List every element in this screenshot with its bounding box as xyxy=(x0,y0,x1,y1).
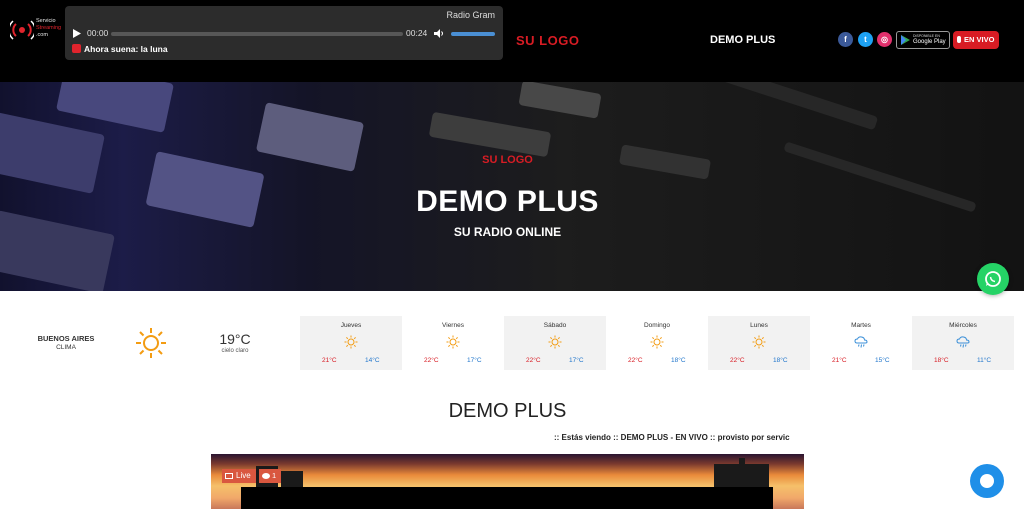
live-button[interactable]: EN VIVO xyxy=(953,31,999,49)
hero-banner: SU LOGO DEMO PLUS SU RADIO ONLINE xyxy=(0,82,1024,291)
broadcast-icon xyxy=(10,20,34,40)
rain-cloud-icon xyxy=(854,336,868,348)
forecast-low: 11°C xyxy=(977,357,992,364)
player-station-name: Radio Gram xyxy=(446,10,495,20)
forecast-high: 22°C xyxy=(526,357,541,364)
eye-icon xyxy=(262,473,270,479)
forecast-day: Martes 21°C 15°C xyxy=(810,316,912,370)
forecast-day: Domingo 22°C 18°C xyxy=(606,316,708,370)
forecast-day: Jueves 21°C 14°C xyxy=(300,316,402,370)
site-header: Servicio Streaming .com Radio Gram 00:00… xyxy=(0,0,1024,82)
sun-icon xyxy=(548,335,562,349)
chat-bubble-icon xyxy=(980,474,994,488)
sun-icon xyxy=(446,335,460,349)
forecast-day-name: Sábado xyxy=(543,322,567,329)
whatsapp-button[interactable] xyxy=(977,263,1009,295)
marquee-text: :: Estás viendo :: DEMO PLUS - EN VIVO :… xyxy=(554,433,790,442)
viewer-badge: 1 xyxy=(259,469,281,483)
forecast-high: 22°C xyxy=(628,357,643,364)
forecast-low: 17°C xyxy=(467,357,482,364)
google-play-button[interactable]: DISPONIBLE EN Google Play xyxy=(896,31,950,49)
forecast-low: 18°C xyxy=(773,357,788,364)
live-badge: Live xyxy=(222,469,256,483)
brand-line-3: .com xyxy=(36,32,48,38)
sun-icon xyxy=(650,335,664,349)
play-icon[interactable] xyxy=(73,29,81,38)
google-play-icon xyxy=(901,35,910,45)
forecast-day-name: Lunes xyxy=(750,322,768,329)
header-station-title: DEMO PLUS xyxy=(710,34,776,46)
sun-icon xyxy=(136,328,166,358)
twitter-icon[interactable]: t xyxy=(858,32,873,47)
forecast-day: Viernes 22°C 17°C xyxy=(402,316,504,370)
video-scene-shape xyxy=(739,458,745,466)
duration: 00:24 xyxy=(406,28,428,38)
facebook-icon[interactable]: f xyxy=(838,32,853,47)
live-button-label: EN VIVO xyxy=(964,35,995,44)
video-scene-shape xyxy=(714,464,769,489)
volume-icon[interactable] xyxy=(434,29,444,38)
hero-subtitle: SU RADIO ONLINE xyxy=(453,225,562,239)
rain-cloud-icon xyxy=(956,336,970,348)
google-play-small-text: DISPONIBLE EN xyxy=(913,34,940,38)
sun-icon xyxy=(344,335,358,349)
forecast-high: 22°C xyxy=(730,357,745,364)
forecast-day: Miércoles 18°C 11°C xyxy=(912,316,1014,370)
forecast-high: 21°C xyxy=(322,357,337,364)
weather-city: BUENOS AIRES xyxy=(37,334,95,343)
forecast-day-name: Viernes xyxy=(442,322,464,329)
monitor-icon xyxy=(225,473,233,479)
brand-logo[interactable]: Servicio Streaming .com xyxy=(10,14,62,50)
current-temperature: 19°C xyxy=(219,331,251,347)
marquee: :: Estás viendo :: DEMO PLUS - EN VIVO :… xyxy=(212,433,804,445)
forecast-day-name: Domingo xyxy=(643,322,670,329)
forecast-day: Sábado 22°C 17°C xyxy=(504,316,606,370)
viewer-count: 1 xyxy=(272,471,277,480)
video-player[interactable] xyxy=(211,454,804,509)
forecast-low: 18°C xyxy=(671,357,686,364)
hero-logo: SU LOGO xyxy=(482,154,533,166)
current-time: 00:00 xyxy=(87,28,109,38)
forecast-day-name: Martes xyxy=(851,322,871,329)
sun-icon xyxy=(752,335,766,349)
hero-title: DEMO PLUS xyxy=(416,185,599,218)
forecast-high: 21°C xyxy=(832,357,847,364)
instagram-icon[interactable]: ◎ xyxy=(877,32,892,47)
forecast-low: 17°C xyxy=(569,357,584,364)
weather-condition: cielo claro xyxy=(221,348,249,354)
brand-line-1: Servicio xyxy=(36,18,56,24)
microphone-icon xyxy=(957,36,961,43)
forecast-day: Lunes 22°C 18°C xyxy=(708,316,810,370)
brand-line-2: Streaming xyxy=(36,25,62,31)
whatsapp-icon xyxy=(985,271,1001,287)
weather-label: CLIMA xyxy=(56,344,76,351)
forecast-high: 22°C xyxy=(424,357,439,364)
chat-button[interactable] xyxy=(970,464,1004,498)
audio-player: Radio Gram 00:00 00:24 Ahora suena: la l… xyxy=(65,6,503,60)
forecast-low: 14°C xyxy=(365,357,380,364)
live-badge-label: Live xyxy=(236,471,251,480)
volume-slider[interactable] xyxy=(451,32,495,36)
video-screen xyxy=(241,487,773,509)
main-title: DEMO PLUS xyxy=(448,400,567,422)
header-logo[interactable]: SU LOGO xyxy=(516,33,579,48)
google-play-text: Google Play xyxy=(913,39,946,45)
forecast-low: 15°C xyxy=(875,357,890,364)
forecast-day-name: Miércoles xyxy=(949,322,977,329)
forecast-high: 18°C xyxy=(934,357,949,364)
forecast-day-name: Jueves xyxy=(340,322,362,329)
music-note-icon xyxy=(72,44,81,53)
seek-bar[interactable] xyxy=(111,32,403,36)
brand-text: Servicio Streaming .com xyxy=(36,18,66,39)
now-playing-text: Ahora suena: la luna xyxy=(84,44,168,54)
